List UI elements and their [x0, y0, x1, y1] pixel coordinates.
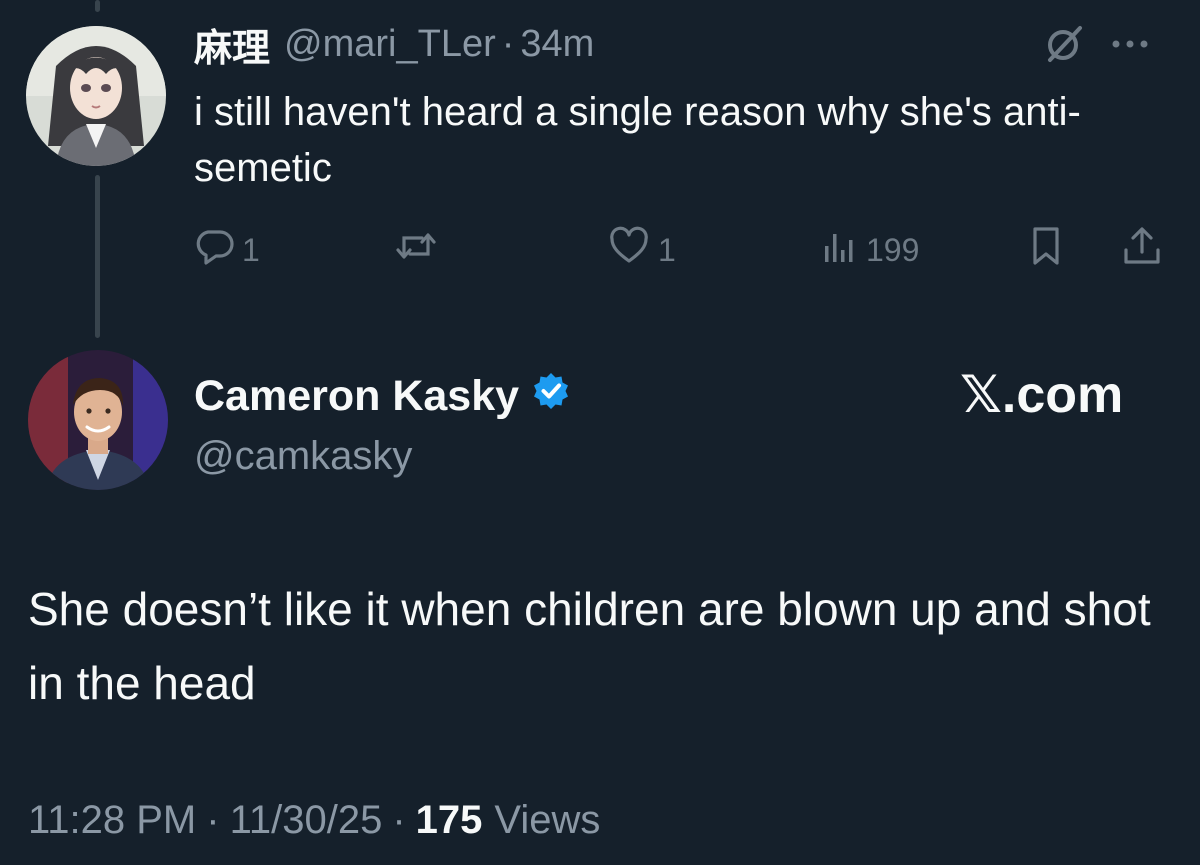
heart-icon	[608, 226, 650, 274]
tweet-text: She doesn’t like it when children are bl…	[28, 583, 1151, 709]
parent-timestamp[interactable]: 34m	[520, 23, 594, 66]
x-com-watermark: 𝕏 .com	[960, 362, 1123, 428]
more-icon[interactable]	[1108, 22, 1152, 71]
share-button[interactable]	[1120, 222, 1164, 278]
like-button[interactable]: 1	[608, 222, 676, 278]
author-display-name[interactable]: Cameron Kasky	[194, 372, 519, 421]
bookmark-icon	[1026, 224, 1066, 276]
grok-icon[interactable]	[1042, 22, 1086, 71]
share-icon	[1120, 224, 1164, 276]
tweet-time[interactable]: 11:28 PM	[28, 798, 196, 843]
tweet-date[interactable]: 11/30/25	[230, 798, 383, 843]
view-count: 199	[866, 231, 920, 268]
like-count: 1	[658, 231, 676, 268]
analytics-icon	[818, 226, 858, 274]
parent-display-name[interactable]: 麻理	[194, 17, 270, 72]
bookmark-button[interactable]	[1026, 222, 1066, 278]
reply-icon	[194, 226, 234, 274]
tweet-meta: 11:28 PM · 11/30/25 · 175 Views	[28, 790, 600, 850]
parent-avatar[interactable]	[26, 26, 166, 166]
header-separator: ·	[501, 22, 515, 65]
reply-count: 1	[242, 231, 260, 268]
x-logo: 𝕏	[960, 365, 1002, 425]
author-handle[interactable]: @camkasky	[194, 428, 412, 484]
parent-tweet-header: 麻理 @mari_TLer · 34m	[194, 16, 594, 72]
views-button[interactable]: 199	[818, 222, 919, 278]
parent-action-bar: 1 1 199	[194, 222, 1174, 278]
author-header: Cameron Kasky	[194, 366, 571, 426]
repost-button[interactable]	[394, 222, 438, 278]
x-com-suffix: .com	[1001, 366, 1124, 424]
parent-top-icons	[1042, 18, 1152, 74]
man-avatar-icon	[28, 350, 168, 490]
parent-tweet-text: i still haven't heard a single reason wh…	[194, 90, 1081, 190]
verified-badge-icon[interactable]	[531, 371, 571, 422]
reply-button[interactable]: 1	[194, 222, 260, 278]
author-avatar[interactable]	[28, 350, 168, 490]
anime-girl-avatar-icon	[26, 26, 166, 166]
repost-icon	[394, 226, 438, 274]
thread-line-top	[95, 0, 100, 12]
meta-separator: ·	[392, 797, 406, 842]
thread-line	[95, 175, 100, 338]
views-label: Views	[494, 797, 601, 842]
views-count[interactable]: 175	[416, 798, 483, 843]
meta-separator: ·	[206, 797, 220, 842]
parent-handle[interactable]: @mari_TLer	[284, 23, 496, 66]
